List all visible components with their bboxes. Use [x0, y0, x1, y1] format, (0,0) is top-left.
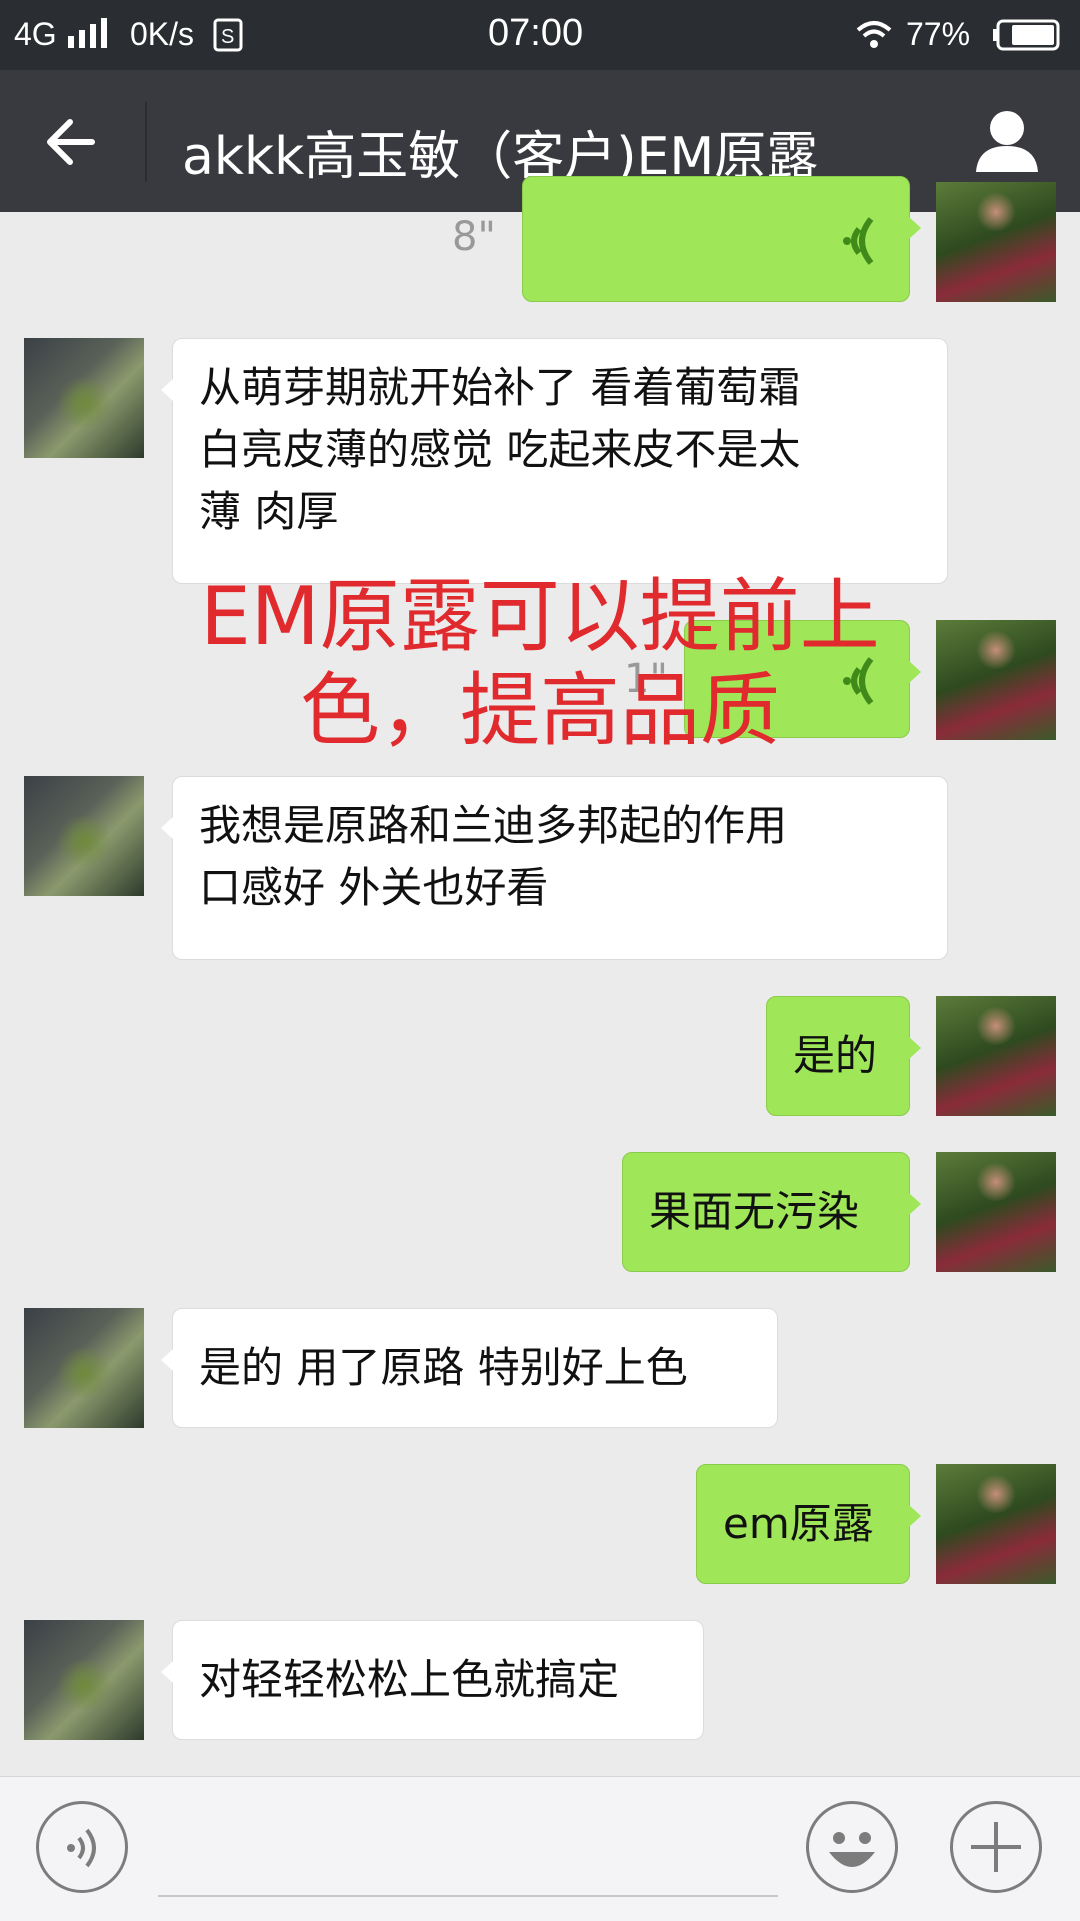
- message-bubble[interactable]: em原露: [696, 1464, 921, 1584]
- customer-avatar[interactable]: [24, 776, 144, 896]
- message-line: 薄 肉厚: [199, 487, 339, 536]
- message-line: 对轻轻松松上色就搞定: [199, 1655, 620, 1704]
- back-button[interactable]: [40, 110, 104, 174]
- message-bubble[interactable]: 我想是原路和兰迪多邦起的作用 口感好 外关也好看: [161, 776, 948, 960]
- message-bubble[interactable]: 从萌芽期就开始补了 看着葡萄霜 白亮皮薄的感觉 吃起来皮不是太 薄 肉厚: [161, 338, 948, 584]
- voice-message[interactable]: [522, 176, 921, 302]
- user-icon: [976, 111, 1038, 172]
- message-line: 是的: [793, 1031, 878, 1080]
- message-line: 果面无污染: [649, 1187, 860, 1236]
- annotation-line: EM原露可以提前上: [200, 570, 880, 663]
- sim-icon: S: [212, 18, 244, 60]
- message-line: 白亮皮薄的感觉 吃起来皮不是太: [199, 425, 801, 474]
- voice-wave-icon: [843, 217, 874, 265]
- battery-icon: [992, 18, 1062, 60]
- message-bubble[interactable]: 果面无污染: [622, 1152, 921, 1272]
- plus-icon: [971, 1822, 1021, 1872]
- voice-duration: 8": [452, 214, 496, 260]
- signal-icon: [66, 18, 112, 58]
- input-bar: [0, 1776, 1080, 1921]
- message-bubble[interactable]: 是的: [766, 996, 921, 1116]
- message-line: 是的 用了原路 特别好上色: [199, 1343, 688, 1392]
- message-line: em原露: [723, 1499, 874, 1548]
- message-bubble[interactable]: 对轻轻松松上色就搞定: [161, 1620, 704, 1740]
- network-speed: 0K/s: [130, 16, 195, 52]
- my-avatar[interactable]: [936, 1464, 1056, 1584]
- emoji-button[interactable]: [806, 1801, 898, 1893]
- customer-avatar[interactable]: [24, 1308, 144, 1428]
- status-bar: 4G 0K/s S 07:00 77%: [0, 0, 1080, 70]
- profile-button[interactable]: [972, 106, 1042, 176]
- customer-avatar[interactable]: [24, 338, 144, 458]
- my-avatar[interactable]: [936, 620, 1056, 740]
- arrow-left-icon: [47, 119, 95, 165]
- voice-input-button[interactable]: [36, 1801, 128, 1893]
- my-avatar[interactable]: [936, 996, 1056, 1116]
- emoji-icon: [829, 1832, 875, 1867]
- message-bubble[interactable]: 是的 用了原路 特别好上色: [161, 1308, 778, 1428]
- my-avatar[interactable]: [936, 1152, 1056, 1272]
- header-divider: [145, 102, 147, 182]
- red-annotation-text: EM原露可以提前上 色，提高品质: [140, 570, 940, 758]
- customer-avatar[interactable]: [24, 1620, 144, 1740]
- wifi-icon: [856, 18, 892, 58]
- svg-text:S: S: [221, 26, 234, 48]
- battery-percent: 77%: [906, 16, 971, 52]
- message-line: 从萌芽期就开始补了 看着葡萄霜: [199, 363, 801, 412]
- message-line: 我想是原路和兰迪多邦起的作用: [199, 801, 788, 850]
- message-input[interactable]: [158, 1895, 778, 1897]
- voice-icon: [67, 1828, 96, 1868]
- message-line: 口感好 外关也好看: [199, 863, 549, 912]
- network-type: 4G: [14, 16, 57, 52]
- my-avatar[interactable]: [936, 182, 1056, 302]
- more-button[interactable]: [950, 1801, 1042, 1893]
- annotation-line: 色，提高品质: [300, 664, 780, 757]
- clock: 07:00: [488, 12, 584, 54]
